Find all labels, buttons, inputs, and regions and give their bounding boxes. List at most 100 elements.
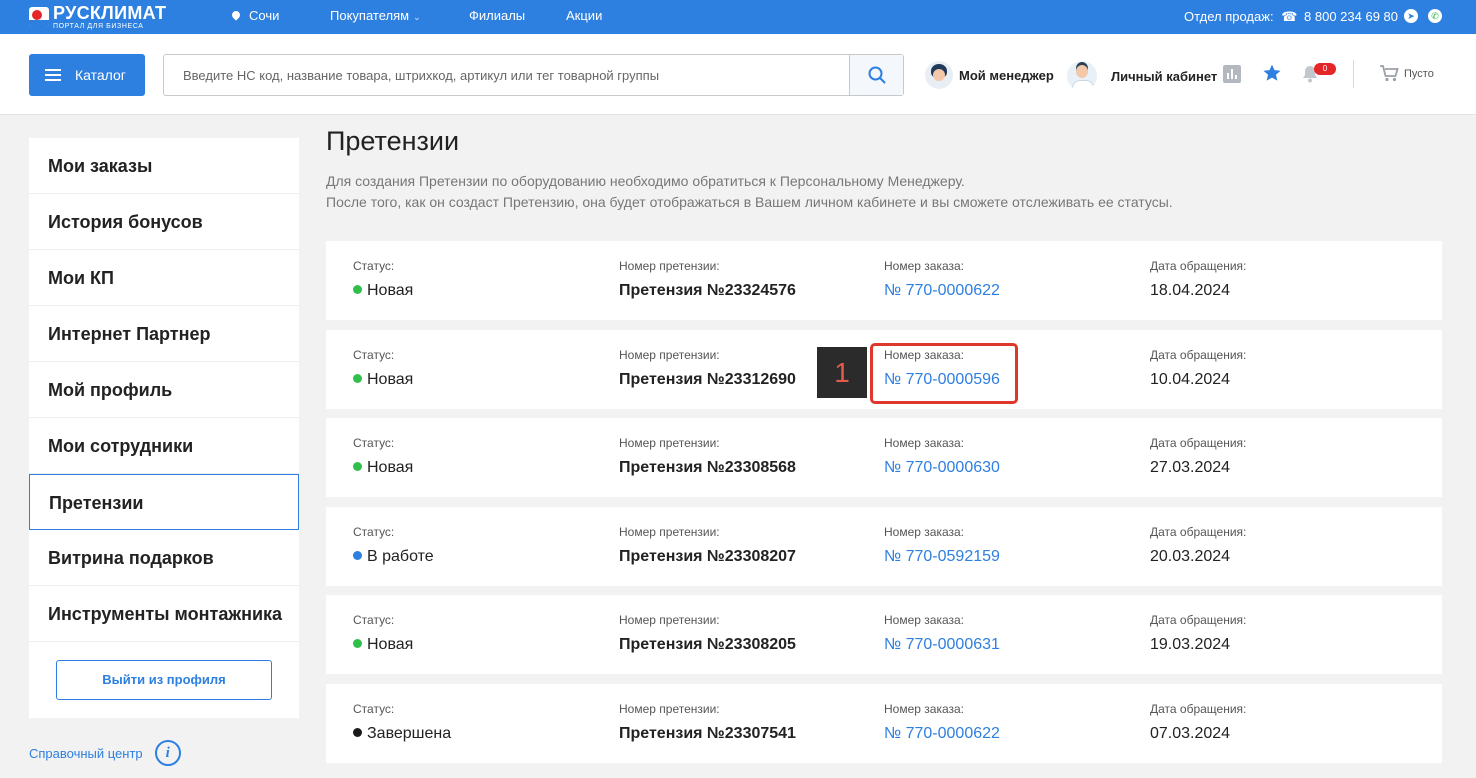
- buyers-menu[interactable]: Покупателям ⌄: [330, 8, 421, 23]
- date-column: Дата обращения: 18.04.2024: [1150, 259, 1246, 300]
- help-center-label: Справочный центр: [29, 745, 143, 761]
- search-input[interactable]: [164, 55, 850, 95]
- top-bar: РУСКЛИМАТ ПОРТАЛ ДЛЯ БИЗНЕСА Сочи Покупа…: [0, 0, 1476, 34]
- status-column: Статус: Новая: [353, 613, 413, 654]
- date-value: 18.04.2024: [1150, 282, 1231, 299]
- user-avatar: [1067, 61, 1097, 91]
- order-number-label: Номер заказа:: [884, 436, 965, 450]
- date-value: 07.03.2024: [1150, 725, 1231, 742]
- order-number-column: Номер заказа: № 770-0000630: [884, 436, 1000, 477]
- date-column: Дата обращения: 19.03.2024: [1150, 613, 1246, 654]
- order-number-column: Номер заказа: № 770-0000631: [884, 613, 1000, 654]
- header-divider: [1353, 60, 1354, 88]
- cart-label: Пусто: [1404, 67, 1434, 80]
- phone-number[interactable]: 8 800 234 69 80: [1304, 9, 1398, 24]
- status-label: Статус:: [353, 702, 395, 716]
- sidebar-item-installer-tools[interactable]: Инструменты монтажника: [29, 586, 299, 642]
- status-column: Статус: В работе: [353, 525, 434, 566]
- status-value: Новая: [353, 282, 413, 300]
- branches-link[interactable]: Филиалы: [469, 8, 525, 23]
- order-number-link[interactable]: № 770-0000622: [884, 725, 1000, 743]
- order-number-link[interactable]: № 770-0000630: [884, 459, 1000, 477]
- map-pin-icon: [230, 9, 242, 21]
- header: Каталог Мой менеджер Личный кабинет 0 Пу…: [0, 34, 1476, 115]
- claim-number-label: Номер претензии:: [619, 702, 720, 716]
- menu-icon: [45, 69, 61, 81]
- claim-number-value: Претензия №23308568: [619, 459, 796, 476]
- status-column: Статус: Новая: [353, 436, 413, 477]
- personal-cabinet-label: Личный кабинет: [1111, 68, 1218, 84]
- status-text: В работе: [367, 548, 434, 565]
- date-label: Дата обращения:: [1150, 702, 1247, 716]
- cart-button[interactable]: Пусто: [1380, 65, 1434, 82]
- status-text: Новая: [367, 636, 414, 653]
- sidebar-item-gift-showcase[interactable]: Витрина подарков: [29, 530, 299, 586]
- buyers-label: Покупателям: [330, 8, 410, 23]
- my-manager-link[interactable]: Мой менеджер: [925, 61, 1054, 89]
- logo[interactable]: РУСКЛИМАТ ПОРТАЛ ДЛЯ БИЗНЕСА: [29, 4, 166, 30]
- logout-button[interactable]: Выйти из профиля: [56, 660, 272, 700]
- sidebar-item-my-quotes[interactable]: Мои КП: [29, 250, 299, 306]
- claim-number-label: Номер претензии:: [619, 525, 720, 539]
- status-dot-icon: [353, 639, 362, 648]
- claim-number-column: Номер претензии: Претензия №23308568: [619, 436, 796, 477]
- date-value: 20.03.2024: [1150, 548, 1231, 565]
- sidebar-item-internet-partner[interactable]: Интернет Партнер: [29, 306, 299, 362]
- sidebar-item-my-orders[interactable]: Мои заказы: [29, 138, 299, 194]
- status-value: В работе: [353, 548, 434, 566]
- whatsapp-icon[interactable]: ✆: [1428, 9, 1442, 23]
- sidebar-item-my-profile[interactable]: Мой профиль: [29, 362, 299, 418]
- status-column: Статус: Новая: [353, 259, 413, 300]
- info-icon: i: [154, 740, 181, 766]
- annotation-highlight-box: [870, 343, 1018, 404]
- telegram-icon[interactable]: ➤: [1404, 9, 1418, 23]
- statistics-icon[interactable]: [1223, 65, 1241, 83]
- date-column: Дата обращения: 27.03.2024: [1150, 436, 1246, 477]
- claim-number-column: Номер претензии: Претензия №23307541: [619, 702, 796, 743]
- my-manager-label: Мой менеджер: [959, 67, 1054, 83]
- order-number-column: Номер заказа: № 770-0000622: [884, 259, 1000, 300]
- order-number-label: Номер заказа:: [884, 613, 965, 627]
- description-line-2: После того, как он создаст Претензию, он…: [326, 194, 1173, 210]
- sidebar-item-claims[interactable]: Претензии: [29, 474, 299, 530]
- order-number-label: Номер заказа:: [884, 259, 965, 273]
- status-dot-icon: [353, 462, 362, 471]
- status-dot-icon: [353, 374, 362, 383]
- search-button[interactable]: [849, 55, 903, 95]
- notifications-badge: 0: [1314, 63, 1336, 75]
- status-label: Статус:: [353, 613, 395, 627]
- city-selector[interactable]: Сочи: [230, 8, 279, 23]
- claim-number-label: Номер претензии:: [619, 259, 720, 273]
- star-icon[interactable]: [1262, 63, 1282, 83]
- claim-card: Статус: Завершена Номер претензии: Прете…: [326, 684, 1442, 763]
- status-text: Новая: [367, 459, 414, 476]
- promos-link[interactable]: Акции: [566, 8, 602, 23]
- manager-avatar: [925, 61, 953, 89]
- claim-card: Статус: Новая Номер претензии: Претензия…: [326, 241, 1442, 320]
- order-number-link[interactable]: № 770-0000622: [884, 282, 1000, 300]
- search-box: [163, 54, 904, 96]
- logo-subtitle: ПОРТАЛ ДЛЯ БИЗНЕСА: [53, 23, 144, 30]
- status-value: Завершена: [353, 725, 451, 743]
- personal-cabinet-link[interactable]: Личный кабинет: [1067, 61, 1217, 91]
- claim-number-value: Претензия №23308207: [619, 548, 796, 565]
- claim-number-value: Претензия №23307541: [619, 725, 796, 742]
- claim-number-column: Номер претензии: Претензия №23312690: [619, 348, 796, 389]
- sidebar-item-my-employees[interactable]: Мои сотрудники: [29, 418, 299, 474]
- status-value: Новая: [353, 371, 413, 389]
- claim-number-label: Номер претензии:: [619, 348, 720, 362]
- order-number-link[interactable]: № 770-0000631: [884, 636, 1000, 654]
- catalog-button[interactable]: Каталог: [29, 54, 145, 96]
- sidebar-item-bonus-history[interactable]: История бонусов: [29, 194, 299, 250]
- order-number-link[interactable]: № 770-0592159: [884, 548, 1000, 566]
- claim-number-column: Номер претензии: Претензия №23308205: [619, 613, 796, 654]
- sales-label: Отдел продаж:: [1184, 9, 1274, 24]
- status-label: Статус:: [353, 525, 395, 539]
- status-value: Новая: [353, 636, 413, 654]
- status-label: Статус:: [353, 259, 395, 273]
- order-number-column: Номер заказа: № 770-0000622: [884, 702, 1000, 743]
- page-title: Претензии: [326, 126, 460, 156]
- date-value: 27.03.2024: [1150, 459, 1231, 476]
- cart-icon: [1380, 65, 1399, 82]
- help-center-link[interactable]: Справочный центр i: [29, 740, 181, 766]
